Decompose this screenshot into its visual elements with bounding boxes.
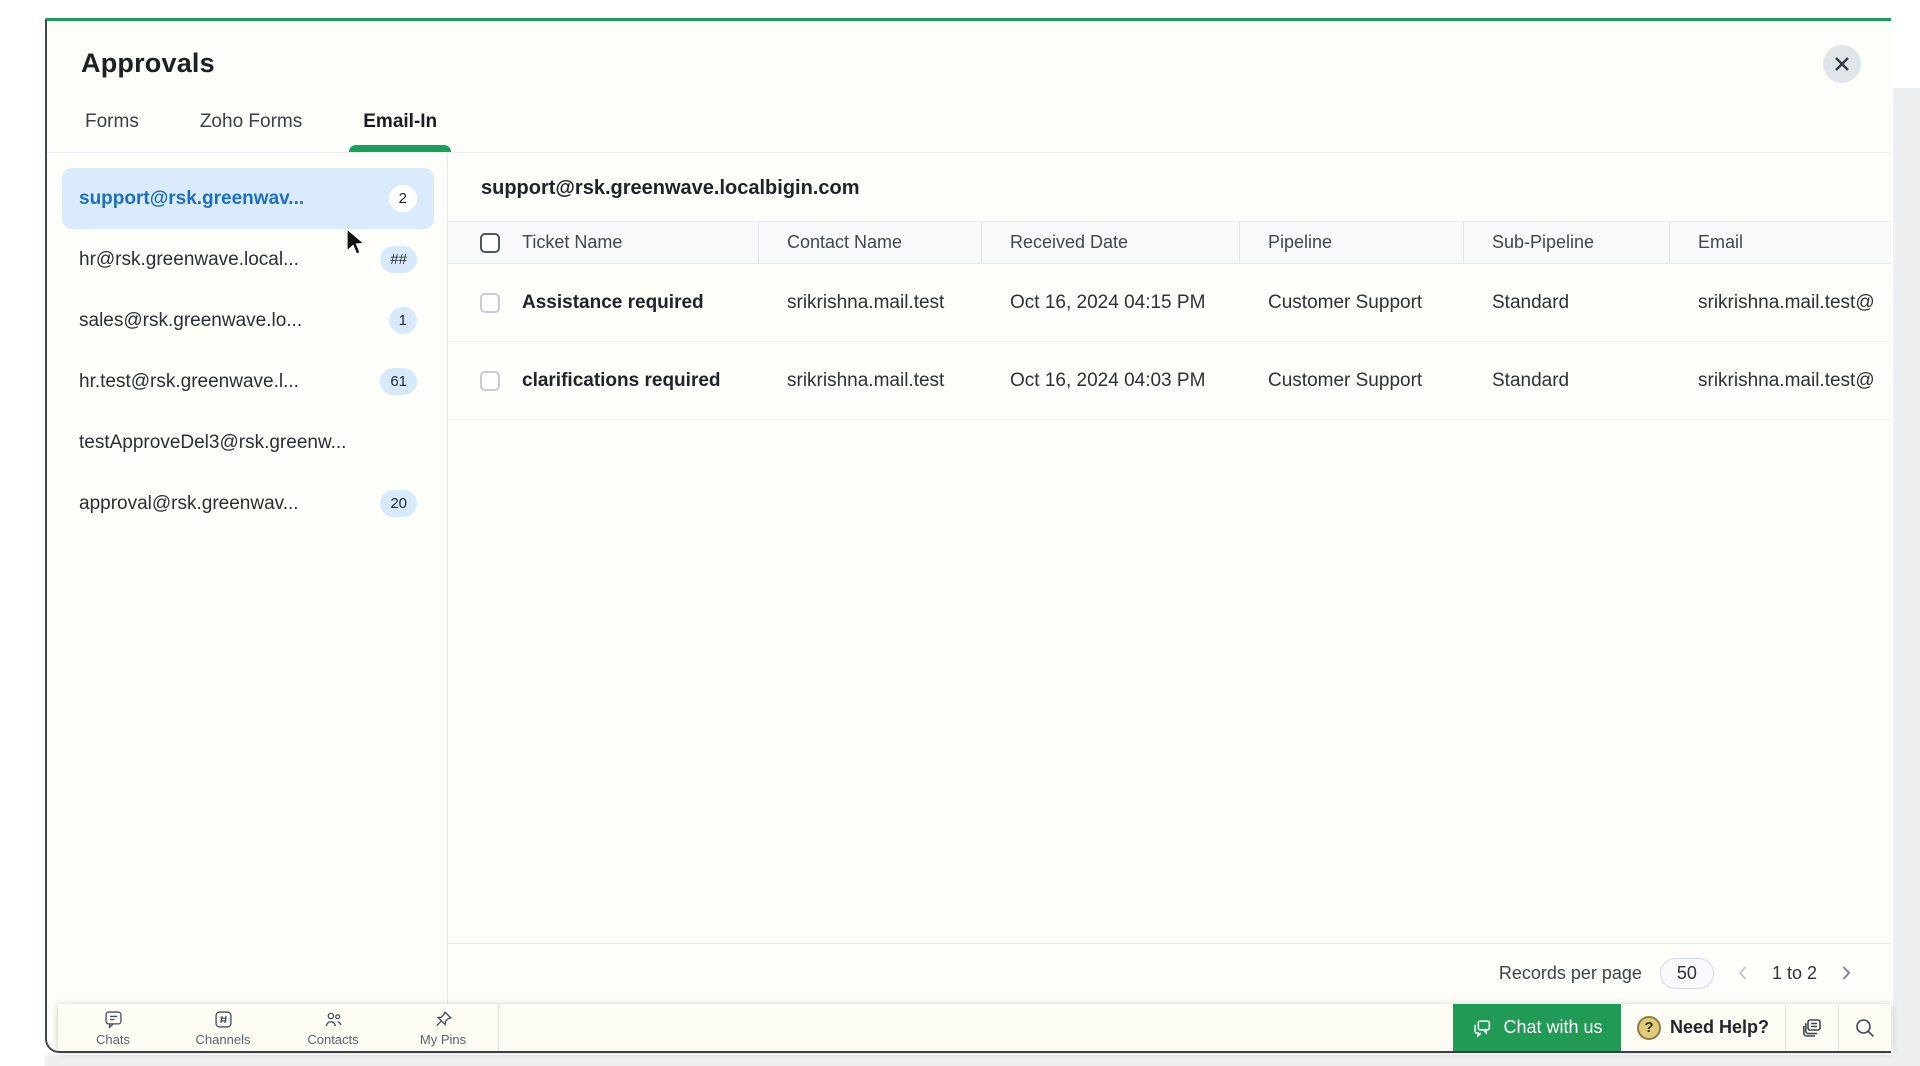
row-checkbox[interactable]	[480, 370, 500, 391]
chat-with-us-button[interactable]: Chat with us	[1453, 1004, 1621, 1051]
ticket-name-link[interactable]: Assistance required	[522, 292, 704, 314]
page-title: Approvals	[81, 48, 215, 78]
pipeline-cell: Customer Support	[1268, 369, 1423, 391]
close-button[interactable]	[1823, 45, 1861, 83]
table-empty-space	[448, 420, 1891, 943]
sidebar-item-label: testApproveDel3@rsk.greenw...	[79, 431, 347, 453]
background-page-right	[1893, 88, 1920, 1066]
question-mark-icon: ?	[1636, 1015, 1661, 1040]
bottom-dock: Chats Channels Contacts My Pins Chat wit…	[58, 1004, 1891, 1051]
background-page-bottom	[45, 1055, 1920, 1066]
sidebar-item-label: approval@rsk.greenwav...	[79, 492, 299, 514]
next-page-button[interactable]	[1835, 962, 1857, 984]
sidebar-item-label: hr.test@rsk.greenwave.l...	[79, 370, 299, 392]
email-in-sidebar: support@rsk.greenwav... 2 hr@rsk.greenwa…	[47, 153, 448, 1051]
count-badge: ##	[380, 246, 417, 273]
chat-bubble-icon	[104, 1010, 122, 1029]
modal-header: Approvals	[47, 21, 1891, 101]
page-range: 1 to 2	[1771, 962, 1817, 983]
notes-button[interactable]	[1786, 1004, 1838, 1051]
sidebar-item-hr-test[interactable]: hr.test@rsk.greenwave.l... 61	[62, 351, 434, 412]
chevron-left-icon	[1738, 966, 1747, 980]
sidebar-item-support[interactable]: support@rsk.greenwav... 2	[62, 168, 434, 229]
table-header-row: Ticket Name Contact Name Received Date P…	[448, 221, 1891, 264]
sidebar-item-label: support@rsk.greenwav...	[79, 187, 305, 209]
sidebar-item-sales[interactable]: sales@rsk.greenwave.lo... 1	[62, 290, 434, 351]
pipeline-cell: Customer Support	[1268, 291, 1423, 313]
records-per-page-label: Records per page	[1498, 962, 1642, 983]
search-icon	[1856, 1018, 1874, 1037]
header-pipeline: Pipeline	[1240, 222, 1464, 263]
need-help-button[interactable]: ? Need Help?	[1621, 1004, 1785, 1051]
table-row[interactable]: Assistance required srikrishna.mail.test…	[448, 264, 1891, 342]
stacked-notes-icon	[1803, 1018, 1821, 1037]
tab-email-in[interactable]: Email-In	[349, 101, 452, 152]
tab-bar: Forms Zoho Forms Email-In	[47, 101, 1891, 153]
contact-name-cell: srikrishna.mail.test	[787, 369, 945, 391]
dock-item-contacts[interactable]: Contacts	[278, 1004, 388, 1051]
sub-pipeline-cell: Standard	[1492, 369, 1570, 391]
approvals-modal: Approvals Forms Zoho Forms Email-In supp…	[45, 18, 1891, 1053]
sidebar-item-label: hr@rsk.greenwave.local...	[79, 248, 299, 270]
pagination-bar: Records per page 50 1 to 2	[448, 943, 1891, 1002]
table-row[interactable]: clarifications required srikrishna.mail.…	[448, 342, 1891, 420]
sub-pipeline-cell: Standard	[1492, 291, 1570, 313]
count-badge: 2	[388, 185, 417, 212]
pin-icon	[435, 1011, 452, 1026]
tickets-table: Ticket Name Contact Name Received Date P…	[448, 221, 1891, 420]
selected-mailbox-title: support@rsk.greenwave.localbigin.com	[481, 177, 860, 199]
header-ticket-name: Ticket Name	[448, 222, 759, 263]
contact-name-cell: srikrishna.mail.test	[787, 291, 945, 313]
search-button[interactable]	[1839, 1004, 1891, 1051]
tab-forms[interactable]: Forms	[83, 101, 141, 152]
count-badge: 1	[388, 307, 417, 334]
header-sub-pipeline: Sub-Pipeline	[1464, 222, 1670, 263]
dock-item-label: Channels	[195, 1031, 251, 1047]
need-help-label: Need Help?	[1669, 1017, 1770, 1037]
ticket-name-link[interactable]: clarifications required	[522, 370, 721, 392]
sidebar-item-testapprovedel3[interactable]: testApproveDel3@rsk.greenw...	[62, 412, 434, 473]
select-all-checkbox[interactable]	[480, 232, 500, 253]
email-in-main-panel: support@rsk.greenwave.localbigin.com Tic…	[448, 153, 1891, 1051]
contacts-people-icon	[325, 1012, 341, 1026]
row-checkbox[interactable]	[480, 292, 500, 313]
dock-item-label: Chats	[96, 1031, 130, 1047]
close-icon	[1835, 57, 1849, 71]
dock-item-label: My Pins	[419, 1031, 467, 1047]
dock-item-channels[interactable]: Channels	[168, 1004, 278, 1051]
page-size-selector[interactable]: 50	[1659, 957, 1714, 989]
dock-item-label: Contacts	[307, 1031, 359, 1047]
received-date-cell: Oct 16, 2024 04:15 PM	[1010, 291, 1206, 313]
email-cell: srikrishna.mail.test@	[1698, 369, 1875, 391]
received-date-cell: Oct 16, 2024 04:03 PM	[1010, 369, 1206, 391]
tab-zoho-forms[interactable]: Zoho Forms	[198, 101, 304, 152]
chat-with-us-label: Chat with us	[1503, 1017, 1603, 1037]
sidebar-item-approval[interactable]: approval@rsk.greenwav... 20	[62, 473, 434, 534]
header-contact-name: Contact Name	[759, 222, 982, 263]
chat-with-us-icon	[1474, 1019, 1491, 1038]
dock-spacer	[499, 1004, 1453, 1051]
email-cell: srikrishna.mail.test@	[1698, 291, 1875, 313]
header-received-date: Received Date	[982, 222, 1240, 263]
dock-item-chats[interactable]: Chats	[58, 1004, 168, 1051]
ticket-name-cell: clarifications required	[448, 370, 759, 392]
dock-item-my-pins[interactable]: My Pins	[388, 1004, 498, 1051]
hash-channel-icon	[214, 1010, 232, 1028]
modal-content: support@rsk.greenwav... 2 hr@rsk.greenwa…	[47, 153, 1891, 1051]
count-badge: 20	[380, 490, 417, 517]
column-header-label: Ticket Name	[522, 232, 623, 252]
ticket-name-cell: Assistance required	[448, 292, 759, 314]
header-email: Email	[1698, 232, 1744, 252]
previous-page-button[interactable]	[1732, 962, 1754, 984]
chevron-right-icon	[1842, 966, 1851, 980]
count-badge: 61	[380, 368, 417, 395]
sidebar-item-hr[interactable]: hr@rsk.greenwave.local... ##	[62, 229, 434, 290]
sidebar-item-label: sales@rsk.greenwave.lo...	[79, 309, 303, 331]
